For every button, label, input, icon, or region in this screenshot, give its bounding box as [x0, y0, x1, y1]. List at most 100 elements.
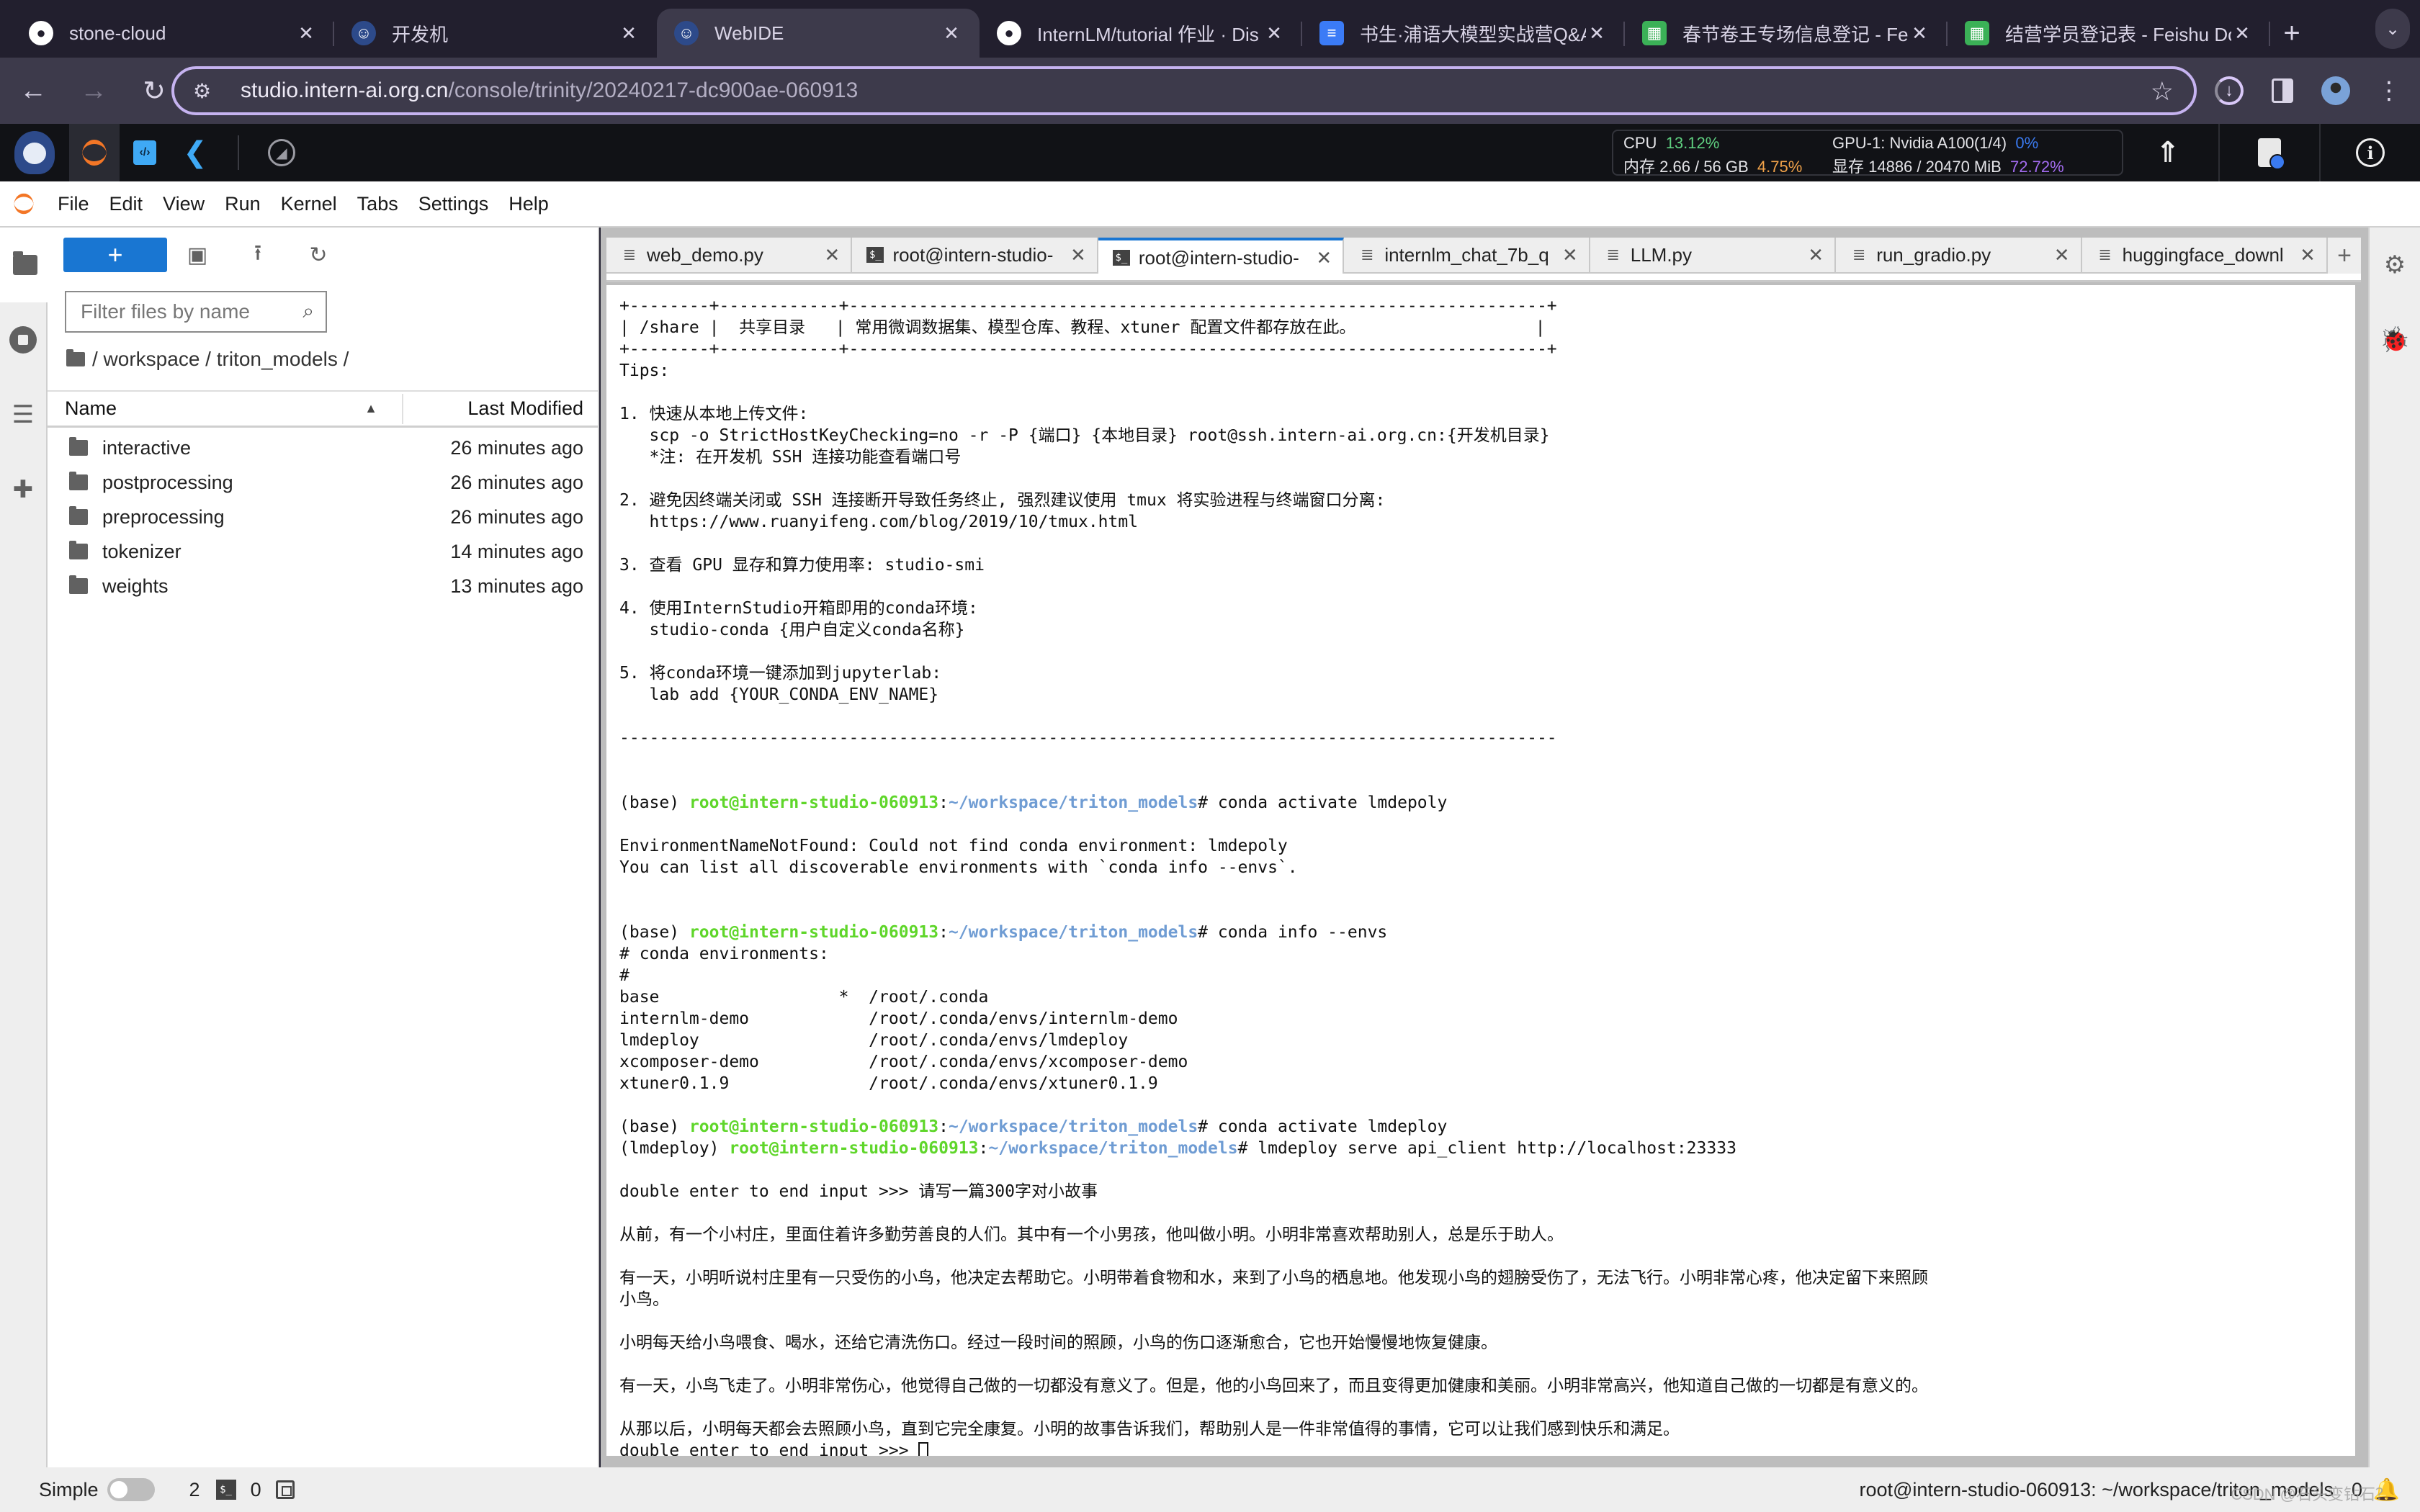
new-launcher-tab-button[interactable]: + — [2328, 238, 2361, 274]
file-row[interactable]: preprocessing 26 minutes ago — [48, 500, 598, 534]
close-tab-icon[interactable]: ✕ — [1315, 247, 1332, 269]
breadcrumb-path[interactable]: / workspace / triton_models / — [92, 348, 349, 371]
prompt-command: # conda activate lmdeploy — [1198, 1117, 1448, 1136]
forward-button[interactable]: → — [63, 58, 124, 124]
vscode-app-button[interactable]: ❮ — [170, 124, 220, 181]
folder-icon — [13, 251, 37, 275]
menu-run[interactable]: Run — [215, 193, 271, 215]
terminal-text: *注: 在开发机 SSH 连接功能查看端口号 — [619, 448, 962, 467]
table-of-contents-tab[interactable]: ☰ — [0, 377, 46, 452]
side-panel-button[interactable] — [2256, 58, 2309, 124]
document-tab[interactable]: ≣ web_demo.py ✕ — [606, 238, 853, 274]
new-folder-button[interactable]: ▣ — [167, 238, 228, 272]
close-tab-icon[interactable]: ✕ — [1263, 22, 1285, 45]
property-inspector-tab[interactable]: ⚙ — [2370, 228, 2420, 302]
file-browser-tab[interactable] — [0, 228, 48, 302]
document-tab[interactable]: ≣ LLM.py ✕ — [1590, 238, 1837, 274]
menu-file[interactable]: File — [48, 193, 99, 215]
menu-help[interactable]: Help — [498, 193, 559, 215]
monitor-button[interactable] — [2218, 124, 2319, 181]
filter-files-box: ⌕ — [65, 291, 327, 333]
debugger-tab[interactable]: 🐞 — [2370, 302, 2420, 377]
home-folder-icon[interactable] — [66, 349, 85, 366]
running-sessions-tab[interactable] — [0, 302, 46, 377]
bookmark-star-icon[interactable]: ☆ — [2151, 76, 2174, 107]
simple-mode-toggle[interactable] — [107, 1478, 155, 1501]
file-row[interactable]: tokenizer 14 minutes ago — [48, 534, 598, 569]
address-bar[interactable]: ⚙ studio.intern-ai.org.cn/console/trinit… — [171, 66, 2197, 115]
jupyterlab-app-button[interactable] — [69, 124, 120, 181]
document-tab[interactable]: ≣ internlm_chat_7b_q ✕ — [1344, 238, 1590, 274]
terminal-line: double enter to end input >>> — [619, 1440, 2355, 1456]
extensions-tab[interactable]: ✚ — [0, 452, 46, 527]
file-row[interactable]: weights 13 minutes ago — [48, 569, 598, 603]
profile-button[interactable] — [2309, 58, 2362, 124]
terminal-toolbar — [606, 274, 2361, 282]
browser-tab[interactable]: ● InternLM/tutorial 作业 · Dis ✕ — [980, 9, 1302, 58]
terminal-line: +--------+------------+-----------------… — [619, 295, 2355, 317]
close-tab-icon[interactable]: ✕ — [941, 22, 962, 45]
menu-settings[interactable]: Settings — [408, 193, 499, 215]
back-button[interactable]: ← — [3, 58, 63, 124]
document-tab[interactable]: ≣ huggingface_downl ✕ — [2081, 238, 2329, 274]
new-tab-button[interactable]: + — [2270, 9, 2313, 58]
site-settings-icon[interactable]: ⚙ — [193, 79, 222, 103]
code-app-button[interactable]: ‹/› — [120, 124, 170, 181]
browser-tab[interactable]: ≡ 书生·浦语大模型实战营Q&A ✕ — [1302, 9, 1625, 58]
terminal-line: # conda environments: — [619, 943, 2355, 965]
terminal-icon: $_ — [1112, 250, 1130, 266]
tensorflow-button[interactable]: ⇑ — [2118, 124, 2218, 181]
close-tab-icon[interactable]: ✕ — [1807, 244, 1824, 266]
close-tab-icon[interactable]: ✕ — [1909, 22, 1930, 45]
close-tab-icon[interactable]: ✕ — [2053, 244, 2071, 266]
prompt-path: ~/workspace/triton_models — [948, 1117, 1198, 1136]
document-tab[interactable]: $_ root@intern-studio- ✕ — [852, 238, 1098, 274]
tab-separator — [2269, 22, 2270, 46]
close-tab-icon[interactable]: ✕ — [823, 244, 841, 266]
document-tab[interactable]: $_ root@intern-studio- ✕ — [1098, 238, 1345, 275]
close-tab-icon[interactable]: ✕ — [1561, 244, 1579, 266]
file-row[interactable]: interactive 26 minutes ago — [48, 431, 598, 465]
upload-button[interactable]: ⭱ — [228, 238, 288, 272]
filter-files-input[interactable] — [81, 300, 290, 323]
browser-tab[interactable]: ☺ 开发机 ✕ — [334, 9, 657, 58]
document-tab[interactable]: ≣ run_gradio.py ✕ — [1836, 238, 2082, 274]
close-tab-icon[interactable]: ✕ — [1070, 244, 1087, 266]
info-button[interactable]: i — [2319, 124, 2420, 181]
browser-menu-button[interactable]: ⋮ — [2362, 58, 2416, 124]
browser-tab-title: InternLM/tutorial 作业 · Dis — [1037, 23, 1259, 45]
tab-search-button[interactable]: ⌄ — [2375, 9, 2410, 49]
browser-tab[interactable]: ▦ 春节卷王专场信息登记 - Fei ✕ — [1625, 9, 1948, 58]
kernel-count[interactable]: 2 — [189, 1479, 200, 1501]
downloads-button[interactable]: ↓ — [2202, 58, 2256, 124]
new-launcher-button[interactable]: + — [63, 238, 167, 272]
file-row[interactable]: postprocessing 26 minutes ago — [48, 465, 598, 500]
terminal-text: 2. 避免因终端关闭或 SSH 连接断开导致任务终止, 强烈建议使用 tmux … — [619, 491, 1386, 510]
terminal-line: You can list all discoverable environmen… — [619, 857, 2355, 878]
last-modified-column-header[interactable]: Last Modified — [403, 397, 598, 420]
close-tab-icon[interactable]: ✕ — [1586, 22, 1608, 45]
document-tab-bar: ≣ web_demo.py ✕ $_ root@intern-studio- ✕ $_ roo… — [606, 238, 2361, 275]
internlm-logo[interactable] — [0, 124, 69, 181]
close-tab-icon[interactable]: ✕ — [618, 22, 640, 45]
browser-tab[interactable]: ☺ WebIDE ✕ — [657, 9, 980, 58]
menu-edit[interactable]: Edit — [99, 193, 153, 215]
terminal[interactable]: +--------+------------+-----------------… — [606, 285, 2355, 1456]
sort-ascending-icon: ▲ — [364, 401, 377, 415]
menu-tabs[interactable]: Tabs — [347, 193, 408, 215]
terminal-count[interactable]: 0 — [251, 1479, 261, 1501]
close-tab-icon[interactable]: ✕ — [2299, 244, 2316, 266]
refresh-button[interactable]: ↻ — [288, 238, 349, 272]
menu-kernel[interactable]: Kernel — [271, 193, 347, 215]
close-tab-icon[interactable]: ✕ — [2231, 22, 2253, 45]
name-column-header[interactable]: Name ▲ — [48, 393, 403, 424]
browser-tab[interactable]: ● stone-cloud ✕ — [12, 9, 334, 58]
close-tab-icon[interactable]: ✕ — [295, 22, 317, 45]
terminal-line: 小鸟。 — [619, 1289, 2355, 1310]
explore-button[interactable]: ◢ — [256, 124, 307, 181]
browser-tab[interactable]: ▦ 结营学员登记表 - Feishu Do ✕ — [1948, 9, 2270, 58]
menu-view[interactable]: View — [153, 193, 215, 215]
